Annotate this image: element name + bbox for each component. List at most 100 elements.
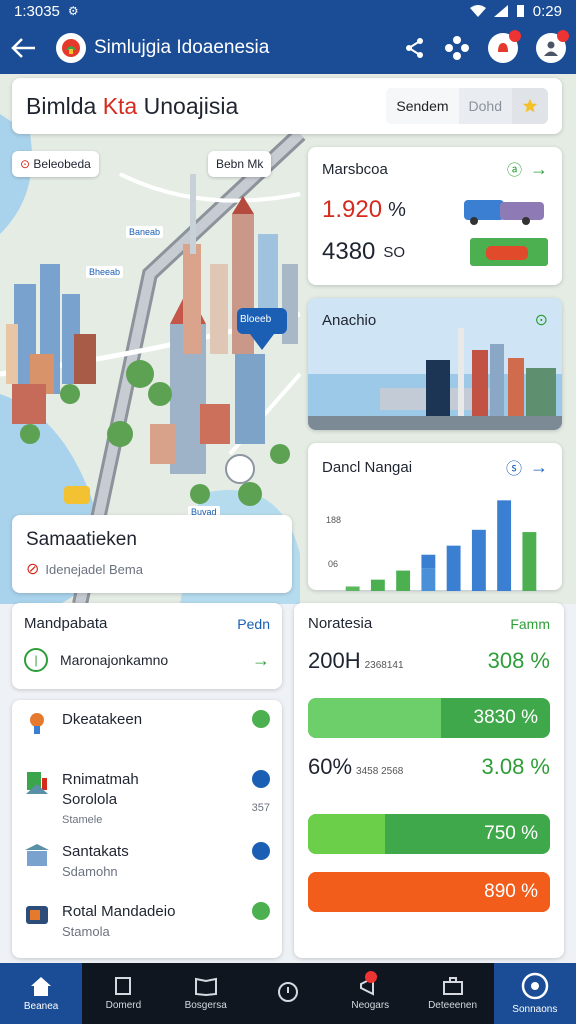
bell-icon xyxy=(498,43,508,52)
headline-card: Bimlda Kta Unoajisia Sendem Dohd xyxy=(12,78,562,134)
list-item[interactable]: Rotal Mandadeio Stamola xyxy=(24,902,270,962)
info-card-title: Samaatieken xyxy=(26,529,137,550)
bottom-navigation: Beanea Domerd Bosgersa Neogars Deteeenen… xyxy=(0,963,576,1024)
map-small-label-1: Baneab xyxy=(126,226,164,238)
chart-bar xyxy=(522,532,537,591)
places-list: Dkeatakeen Rnimatmah Sorolola Stamele 35… xyxy=(12,700,282,958)
nav-news[interactable]: Neogars xyxy=(329,963,411,1024)
stats-value-2: 4380 xyxy=(322,238,376,265)
signal-icon xyxy=(493,5,508,17)
list-item[interactable]: Santakats Sdamohn xyxy=(24,842,270,902)
bar-chart: 188 06 xyxy=(326,500,548,592)
chart-book-icon xyxy=(26,772,48,794)
chart-bar xyxy=(497,500,512,591)
info-icon[interactable]: ⓐ xyxy=(507,159,522,180)
progress-bar-3-label: 890 % xyxy=(484,881,538,902)
stats-panel-link[interactable]: Famm xyxy=(510,616,550,632)
chart-bar xyxy=(471,529,486,591)
map-area-tag[interactable]: Bebn Mk xyxy=(208,151,272,177)
list-item[interactable]: Rnimatmah Sorolola Stamele 357 xyxy=(24,770,270,842)
city-card[interactable]: Anachio ⊙ xyxy=(308,298,562,430)
briefcase-icon xyxy=(442,977,463,995)
nav-center[interactable] xyxy=(247,963,329,1024)
headline-part1: Bimlda xyxy=(26,92,97,119)
clock-icon: | xyxy=(24,648,48,672)
more-icon[interactable]: ⊙ xyxy=(535,310,548,330)
nav-guide-label: Bosgersa xyxy=(184,1000,227,1011)
row-arrow-icon[interactable]: → xyxy=(252,650,270,671)
network-icon[interactable] xyxy=(444,35,470,61)
stat-row-1-value: 200H xyxy=(308,648,361,673)
mode-toggle: Sendem Dohd xyxy=(386,88,548,124)
list-item[interactable]: Dkeatakeen xyxy=(24,710,270,770)
garuda-logo-icon xyxy=(62,39,80,57)
profile-button[interactable] xyxy=(536,30,569,63)
summary-link[interactable]: Pedn xyxy=(237,616,270,632)
arrow-right-icon[interactable]: → xyxy=(530,159,548,180)
user-settings-icon xyxy=(544,41,558,56)
info-card[interactable]: Samaatieken ⊘ Idenejadel Bema xyxy=(12,515,292,593)
summary-title: Mandpabata xyxy=(24,615,108,632)
profile-badge xyxy=(557,30,569,42)
share-icon[interactable] xyxy=(404,37,426,59)
stat-row-1-detail: 2368141 xyxy=(364,660,404,671)
notifications-button[interactable] xyxy=(488,30,521,63)
nav-home[interactable]: Beanea xyxy=(0,963,83,1024)
document-icon xyxy=(115,977,132,995)
nav-wallet[interactable]: Deteeenen xyxy=(411,963,493,1024)
map-location-tag[interactable]: ⊙ Beleobeda xyxy=(12,151,99,177)
map-tag-top-label: Bebn Mk xyxy=(216,157,264,171)
stat-row-1-percent: 308 % xyxy=(487,648,550,673)
progress-bar-1: 3830 % xyxy=(308,698,550,738)
compass-icon: ⊘ xyxy=(26,561,40,578)
list-item-subtitle: Sdamohn xyxy=(62,864,118,879)
list-item-title: Santakats xyxy=(62,843,129,860)
progress-bar-3: 890 % xyxy=(308,872,550,912)
mode-option-inactive[interactable]: Dohd xyxy=(459,88,512,124)
chart-arrow-icon[interactable]: → xyxy=(530,457,548,478)
progress-bar-2-label: 750 % xyxy=(484,823,538,844)
chart-bar xyxy=(421,554,436,569)
nav-guide[interactable]: Bosgersa xyxy=(165,963,247,1024)
stat-row-1: 200H 2368141 308 % xyxy=(308,648,550,680)
stat-row-2-percent: 3.08 % xyxy=(481,754,551,779)
list-item-title: Dkeatakeen xyxy=(62,711,143,728)
chart-info-icon[interactable]: ⓢ xyxy=(506,455,522,479)
notification-badge xyxy=(509,30,521,42)
summary-row-label: Maronajonkamno xyxy=(60,652,169,668)
stat-row-2-value: 60% xyxy=(308,754,353,779)
radio-icon xyxy=(26,906,48,924)
status-time: 1:3035 xyxy=(14,2,60,20)
plant-icon xyxy=(30,713,44,734)
map-small-label-2: Bheeab xyxy=(86,266,124,278)
star-icon xyxy=(522,98,538,113)
bus-icon xyxy=(464,200,544,225)
bar-chart-card[interactable]: Dancl Nangai ⓢ → 188 06 xyxy=(308,443,562,592)
stats-value-1: 1.920 xyxy=(322,196,383,223)
settings-status-icon: ⚙ xyxy=(67,4,79,18)
back-arrow-icon[interactable] xyxy=(10,36,38,60)
nav-home-label: Beanea xyxy=(23,1001,59,1012)
stat-row-2: 60% 3458 2568 3.08 % xyxy=(308,754,550,786)
summary-card[interactable]: Mandpabata Pedn | Maronajonkamno → xyxy=(12,603,282,689)
stats-unit-1: % xyxy=(388,198,406,221)
nav-settings[interactable]: Sonnaons xyxy=(493,963,576,1024)
list-item-subtitle: Sorolola xyxy=(62,791,118,808)
city-card-title: Anachio xyxy=(322,311,377,329)
status-heart-icon xyxy=(252,902,270,920)
mode-option-active[interactable]: Sendem xyxy=(386,88,459,124)
list-item-title: Rotal Mandadeio xyxy=(62,903,176,920)
favorite-button[interactable] xyxy=(512,88,548,124)
chart-bar xyxy=(446,545,461,591)
status-heart-icon xyxy=(252,842,270,860)
battery-icon xyxy=(516,5,524,17)
y-tick-top: 188 xyxy=(326,515,341,525)
headline-part2: Kta xyxy=(102,92,138,119)
map-car xyxy=(64,486,90,504)
wifi-icon xyxy=(469,5,486,17)
stats-card[interactable]: Marsbcoa ⓐ → 1.920 % 4380 SO xyxy=(308,147,562,285)
y-tick-bottom: 06 xyxy=(328,559,338,569)
nav-documents[interactable]: Domerd xyxy=(82,963,164,1024)
stats-title: Marsbcoa xyxy=(322,161,388,178)
progress-bar-1-label: 3830 % xyxy=(473,707,538,728)
